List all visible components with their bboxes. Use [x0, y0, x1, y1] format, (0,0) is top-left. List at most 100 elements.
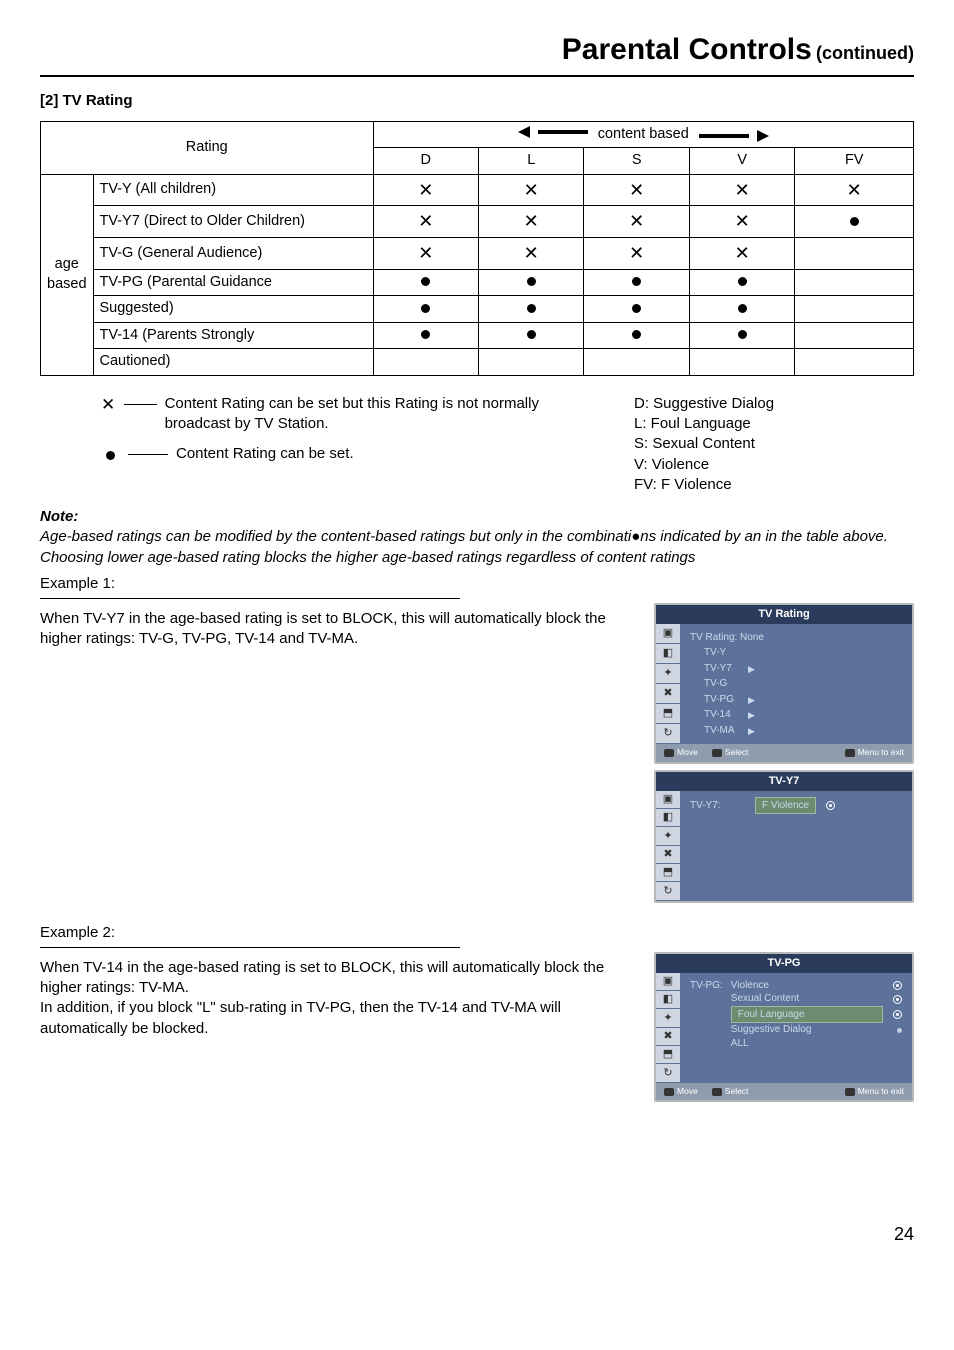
rating-cell: ✕ [478, 238, 583, 270]
rating-cell [795, 322, 914, 349]
osd-sub-item[interactable]: ALL [731, 1037, 902, 1051]
x-mark-icon: ✕ [629, 243, 644, 263]
page-title-bar: Parental Controls (continued) [40, 30, 914, 77]
rating-label: TV-G (General Audience) [93, 238, 373, 270]
osd-tab-icon: ⬒ [656, 1046, 680, 1064]
arrow-left-icon [518, 126, 588, 138]
chevron-right-icon: ▶ [748, 663, 755, 675]
osd-sub-item[interactable]: Suggestive Dialog [731, 1023, 902, 1037]
rating-cell [373, 269, 478, 296]
osd2-title: TV-Y7 [656, 772, 912, 791]
legend-x-row: ✕ Content Rating can be set but this Rat… [100, 394, 604, 435]
dot-icon [738, 277, 747, 286]
osd-menu-item[interactable]: TV-MA▶ [690, 723, 902, 739]
rating-cell [584, 296, 689, 323]
osd2-row-label: TV-Y7: [690, 799, 745, 813]
bullet-icon [897, 1028, 902, 1033]
osd-tab-icon: ◧ [656, 809, 680, 827]
legend-x-text: Content Rating can be set but this Ratin… [165, 394, 604, 435]
col-L: L [478, 148, 583, 175]
radio-icon [893, 995, 902, 1004]
dot-icon [527, 330, 536, 339]
x-mark-icon: ✕ [735, 243, 750, 263]
rating-label: Cautioned) [93, 349, 373, 376]
age-based-label: age based [41, 174, 94, 375]
col-S: S [584, 148, 689, 175]
rating-cell: ✕ [689, 206, 794, 238]
page-title-continued: (continued) [816, 43, 914, 63]
rating-cell: ✕ [584, 238, 689, 270]
osd-tab-icon: ↻ [656, 724, 680, 744]
rating-cell: ✕ [373, 206, 478, 238]
rating-cell [478, 349, 583, 376]
osd-tab-icon: ⬒ [656, 864, 680, 882]
rating-cell [478, 296, 583, 323]
osd-sub-item[interactable]: Violence [731, 979, 902, 993]
rating-cell: ✕ [584, 206, 689, 238]
osd-sub-item[interactable]: Foul Language [731, 1006, 902, 1024]
legend-connector-line [128, 454, 168, 455]
legend-area: ✕ Content Rating can be set but this Rat… [40, 394, 914, 495]
rating-cell [795, 238, 914, 270]
table-row: TV-G (General Audience) ✕ ✕ ✕ ✕ [41, 238, 914, 270]
osd-tab-icon: ▣ [656, 624, 680, 644]
osd-tab-icon: ✖ [656, 846, 680, 864]
rating-cell [584, 269, 689, 296]
osd-tab-icon: ✖ [656, 1028, 680, 1046]
note-line2: Choosing lower age-based rating blocks t… [40, 548, 914, 568]
example2-text1: When TV-14 in the age-based rating is se… [40, 959, 604, 996]
osd-menu-item[interactable]: TV-Y [690, 645, 902, 661]
osd-menu-item[interactable]: TV-G [690, 676, 902, 692]
rating-cell [795, 349, 914, 376]
dot-icon [850, 217, 859, 226]
page-number: 24 [40, 1222, 914, 1246]
table-row: age basedTV-Y (All children)✕✕✕✕✕ [41, 174, 914, 206]
rating-cell [689, 296, 794, 323]
table-row: Cautioned) [41, 349, 914, 376]
x-mark-icon: ✕ [629, 211, 644, 231]
def-FV: FV: F Violence [634, 475, 914, 495]
osd-tab-icon: ↻ [656, 882, 680, 900]
x-mark-icon: ✕ [629, 180, 644, 200]
example2-text2: In addition, if you block "L" sub-rating… [40, 999, 561, 1036]
footer-move: Move [664, 747, 698, 758]
rating-header-cell: Rating [41, 121, 374, 174]
rating-label: Suggested) [93, 296, 373, 323]
rating-cell [689, 322, 794, 349]
col-V: V [689, 148, 794, 175]
osd-icon-column: ▣ ◧ ✦ ✖ ⬒ ↻ [656, 973, 680, 1083]
legend-connector-line [124, 404, 156, 405]
x-mark-icon: ✕ [418, 243, 433, 263]
osd-sub-item[interactable]: Sexual Content [731, 992, 902, 1006]
dot-icon [421, 277, 430, 286]
osd-tab-icon: ✦ [656, 1009, 680, 1027]
osd-menu-item[interactable]: TV-14▶ [690, 707, 902, 723]
rating-cell [795, 269, 914, 296]
section-heading: [2] TV Rating [40, 91, 914, 111]
x-mark-icon: ✕ [418, 211, 433, 231]
footer-menu: Menu to exit [845, 1086, 904, 1097]
dot-icon [421, 330, 430, 339]
osd-menu-item[interactable]: TV-Y7▶ [690, 661, 902, 677]
radio-icon [893, 1010, 902, 1019]
osd2-row: TV-Y7: F Violence [690, 797, 902, 815]
page-title-main: Parental Controls [562, 33, 812, 66]
osd3-title: TV-PG [656, 954, 912, 973]
col-FV: FV [795, 148, 914, 175]
def-D: D: Suggestive Dialog [634, 394, 914, 414]
divider [40, 947, 460, 948]
dot-icon [100, 444, 120, 463]
note-line1: Age-based ratings can be modified by the… [40, 527, 914, 547]
osd-tv-y7: TV-Y7 ▣ ◧ ✦ ✖ ⬒ ↻ TV-Y7: F Violence [654, 770, 914, 903]
example1-text: When TV-Y7 in the age-based rating is se… [40, 603, 640, 650]
rating-label: TV-Y7 (Direct to Older Children) [93, 206, 373, 238]
osd-tv-pg: TV-PG ▣ ◧ ✦ ✖ ⬒ ↻ TV-PG: ViolenceSexual C… [654, 952, 914, 1102]
osd-menu-item[interactable]: TV-PG▶ [690, 692, 902, 708]
osd3-row-label: TV-PG: [690, 979, 723, 1051]
dot-icon [632, 304, 641, 313]
example2-label: Example 2: [40, 923, 914, 943]
osd-tab-icon: ▣ [656, 791, 680, 809]
def-S: S: Sexual Content [634, 434, 914, 454]
dot-icon [738, 304, 747, 313]
table-row: TV-Y7 (Direct to Older Children)✕✕✕✕ [41, 206, 914, 238]
